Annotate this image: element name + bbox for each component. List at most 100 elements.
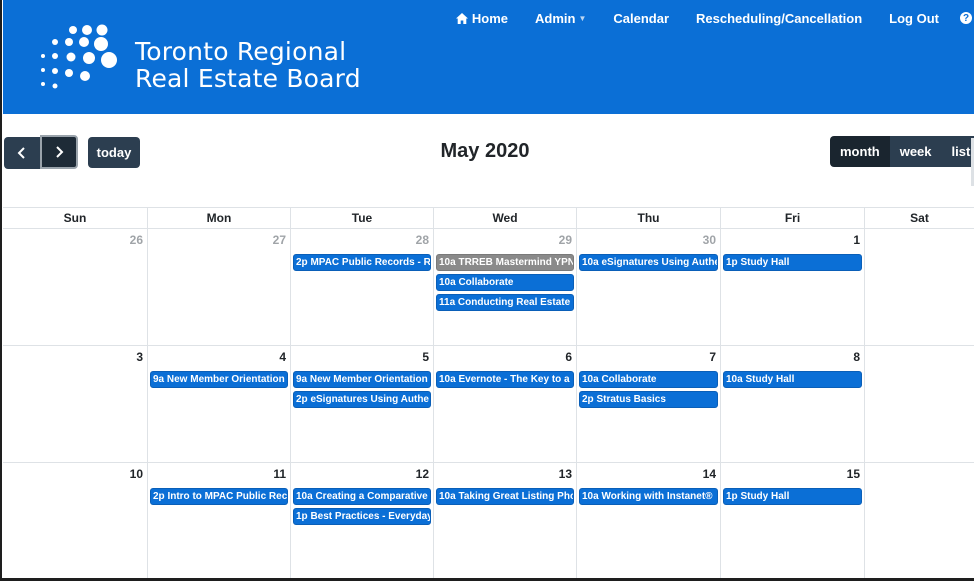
day-events: 9a New Member Orientation xyxy=(150,371,288,391)
day-events: 10a Taking Great Listing Pho xyxy=(436,488,574,508)
days-of-week-header: Sun Mon Tue Wed Thu Fri Sat xyxy=(3,207,974,229)
day-cell[interactable]: 7 10a Collaborate 2p Stratus Basics xyxy=(576,346,720,463)
calendar-event[interactable]: 10a Study Hall xyxy=(723,371,862,388)
calendar-event[interactable]: 2p Stratus Basics xyxy=(579,391,718,408)
brand-line-1: Toronto Regional xyxy=(135,37,347,66)
calendar-event[interactable]: 10a TRREB Mastermind YPN xyxy=(436,254,574,271)
trreb-dots-icon xyxy=(41,24,117,89)
day-number[interactable]: 15 xyxy=(847,467,860,481)
day-cell[interactable]: 4 9a New Member Orientation xyxy=(147,346,290,463)
top-nav: Home Admin ▼ Calendar Rescheduling/Cance… xyxy=(429,8,974,28)
day-cell[interactable] xyxy=(864,346,974,463)
day-cell[interactable]: 27 xyxy=(147,229,290,346)
calendar-event[interactable]: 1p Best Practices - Everyday xyxy=(293,508,431,525)
nav-logout-label: Log Out xyxy=(889,10,939,26)
day-number[interactable]: 27 xyxy=(273,233,286,247)
day-cell[interactable]: 26 xyxy=(3,229,147,346)
day-number[interactable]: 3 xyxy=(136,350,143,364)
day-cell[interactable]: 13 10a Taking Great Listing Pho xyxy=(433,463,576,580)
calendar-event[interactable]: 9a New Member Orientation xyxy=(150,371,288,388)
day-number[interactable]: 6 xyxy=(565,350,572,364)
calendar-event[interactable]: 2p MPAC Public Records - Re xyxy=(293,254,431,271)
dow-sun: Sun xyxy=(3,208,147,229)
day-events: 1p Study Hall xyxy=(723,488,862,508)
caret-down-icon: ▼ xyxy=(578,13,587,23)
calendar-event[interactable]: 10a Working with Instanet® xyxy=(579,488,718,505)
nav-calendar[interactable]: Calendar xyxy=(613,11,669,26)
dow-sat: Sat xyxy=(864,208,974,229)
day-events: 10a Study Hall xyxy=(723,371,862,391)
day-events: 2p MPAC Public Records - Re xyxy=(293,254,431,274)
day-number[interactable]: 29 xyxy=(559,233,572,247)
nav-logout[interactable]: Log Out xyxy=(889,11,939,26)
nav-home[interactable]: Home xyxy=(455,11,508,26)
dow-fri: Fri xyxy=(720,208,864,229)
calendar-event[interactable]: 11a Conducting Real Estate xyxy=(436,294,574,311)
day-cell[interactable] xyxy=(864,229,974,346)
day-cell[interactable]: 3 xyxy=(3,346,147,463)
dow-mon: Mon xyxy=(147,208,290,229)
view-list-button[interactable]: list xyxy=(941,136,974,167)
nav-admin-label: Admin xyxy=(535,10,576,26)
prev-month-button[interactable] xyxy=(4,137,40,169)
help-icon[interactable]: ? xyxy=(960,12,972,24)
nav-admin[interactable]: Admin ▼ xyxy=(535,11,586,26)
calendar-weeks: 26 27 28 2p MPAC Public Records - Re 29 10a T… xyxy=(3,229,974,580)
day-number[interactable]: 14 xyxy=(703,467,716,481)
day-number[interactable]: 10 xyxy=(130,467,143,481)
day-number[interactable]: 11 xyxy=(273,467,286,481)
calendar-event[interactable]: 10a eSignatures Using Authe xyxy=(579,254,718,271)
chevron-right-icon xyxy=(56,146,64,158)
calendar-event[interactable]: 10a Collaborate xyxy=(579,371,718,388)
day-number[interactable]: 5 xyxy=(422,350,429,364)
day-cell[interactable]: 1 1p Study Hall xyxy=(720,229,864,346)
day-number[interactable]: 13 xyxy=(559,467,572,481)
day-cell[interactable]: 29 10a TRREB Mastermind YPN 10a Collaborat… xyxy=(433,229,576,346)
day-number[interactable]: 12 xyxy=(416,467,429,481)
day-cell[interactable] xyxy=(864,463,974,580)
view-week-button[interactable]: week xyxy=(889,136,942,167)
nav-calendar-label: Calendar xyxy=(613,10,670,26)
next-month-button[interactable] xyxy=(40,135,78,169)
today-button[interactable]: today xyxy=(88,137,140,168)
day-events: 10a Collaborate 2p Stratus Basics xyxy=(579,371,718,411)
calendar-event[interactable]: 9a New Member Orientation xyxy=(293,371,431,388)
day-cell[interactable]: 12 10a Creating a Comparative 1p Best Prac… xyxy=(290,463,433,580)
calendar-event[interactable]: 2p eSignatures Using Authe xyxy=(293,391,431,408)
week-row: 26 27 28 2p MPAC Public Records - Re 29 10a T… xyxy=(3,229,974,346)
calendar-event[interactable]: 1p Study Hall xyxy=(723,254,862,271)
day-cell[interactable]: 15 1p Study Hall xyxy=(720,463,864,580)
calendar-event[interactable]: 2p Intro to MPAC Public Reco xyxy=(150,488,288,505)
day-cell[interactable]: 30 10a eSignatures Using Authe xyxy=(576,229,720,346)
day-events: 10a eSignatures Using Authe xyxy=(579,254,718,274)
calendar-event[interactable]: 10a Taking Great Listing Pho xyxy=(436,488,574,505)
day-events: 10a TRREB Mastermind YPN 10a Collaborate 1… xyxy=(436,254,574,314)
day-number[interactable]: 26 xyxy=(130,233,143,247)
day-number[interactable]: 30 xyxy=(703,233,716,247)
brand-name: Toronto Regional Real Estate Board xyxy=(135,38,361,92)
day-cell[interactable]: 14 10a Working with Instanet® xyxy=(576,463,720,580)
nav-rescheduling[interactable]: Rescheduling/Cancellation xyxy=(696,11,862,26)
day-cell[interactable]: 8 10a Study Hall xyxy=(720,346,864,463)
calendar-event[interactable]: 1p Study Hall xyxy=(723,488,862,505)
day-number[interactable]: 28 xyxy=(416,233,429,247)
calendar-event[interactable]: 10a Evernote - The Key to a l xyxy=(436,371,574,388)
day-cell[interactable]: 28 2p MPAC Public Records - Re xyxy=(290,229,433,346)
day-events: 1p Study Hall xyxy=(723,254,862,274)
calendar-event[interactable]: 10a Collaborate xyxy=(436,274,574,291)
view-month-button[interactable]: month xyxy=(830,136,890,167)
window-frame-left xyxy=(0,0,2,581)
chevron-left-icon xyxy=(17,147,25,159)
day-cell[interactable]: 10 xyxy=(3,463,147,580)
day-events: 9a New Member Orientation 2p eSignatures … xyxy=(293,371,431,411)
day-number[interactable]: 1 xyxy=(853,233,860,247)
calendar-event[interactable]: 10a Creating a Comparative xyxy=(293,488,431,505)
day-cell[interactable]: 11 2p Intro to MPAC Public Reco xyxy=(147,463,290,580)
day-number[interactable]: 8 xyxy=(853,350,860,364)
day-cell[interactable]: 6 10a Evernote - The Key to a l xyxy=(433,346,576,463)
day-number[interactable]: 7 xyxy=(709,350,716,364)
dow-wed: Wed xyxy=(433,208,576,229)
day-number[interactable]: 4 xyxy=(279,350,286,364)
site-header: Toronto Regional Real Estate Board Home … xyxy=(3,0,974,114)
day-cell[interactable]: 5 9a New Member Orientation 2p eSignatures… xyxy=(290,346,433,463)
